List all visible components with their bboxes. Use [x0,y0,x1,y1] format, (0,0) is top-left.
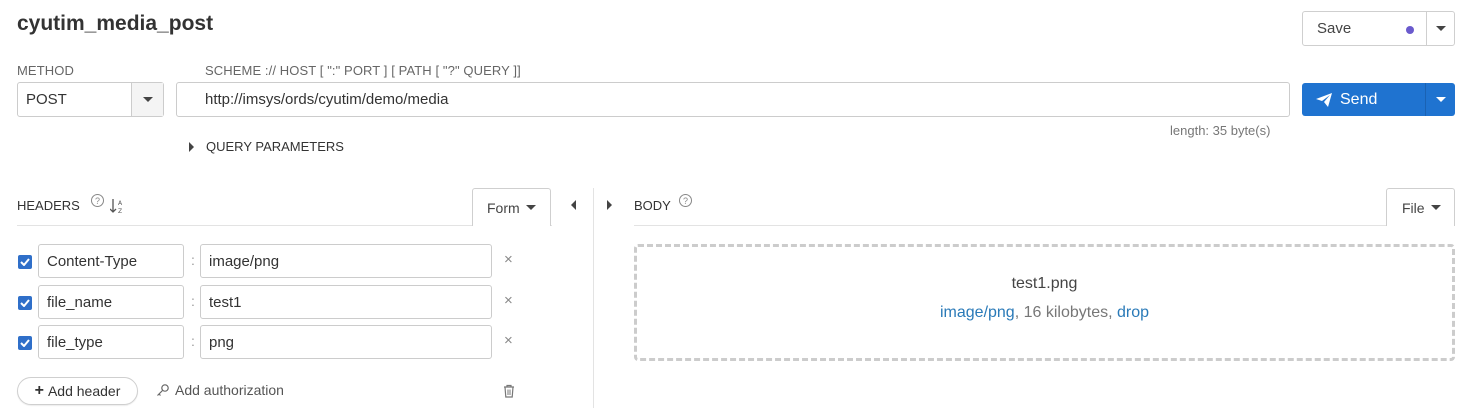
remove-header-icon[interactable]: × [504,251,513,268]
file-drop-zone[interactable]: test1.png image/png, 16 kilobytes, drop [634,244,1455,361]
header-name-input[interactable]: Content-Type [38,244,184,278]
file-info-separator: , [1108,304,1117,321]
body-section-header: BODY ? [634,188,1455,226]
send-label: Send [1340,90,1378,108]
unsaved-dot-icon [1406,26,1414,34]
method-label: METHOD [17,63,74,78]
chevron-down-icon [1430,205,1441,210]
send-button[interactable]: Send [1302,83,1425,116]
header-enabled-checkbox[interactable] [18,296,32,310]
save-button[interactable]: Save [1302,11,1427,46]
header-row: file_type : png × [17,325,552,359]
plus-icon: + [34,382,44,399]
drop-file-link[interactable]: drop [1117,304,1149,321]
key-value-separator: : [191,252,195,268]
header-value-input[interactable]: test1 [200,285,492,319]
panel-divider[interactable] [593,188,594,408]
headers-mode-dropdown[interactable]: Form [472,188,551,226]
file-info-separator: , [1014,304,1024,321]
key-icon [157,384,169,396]
save-dropdown-button[interactable] [1426,11,1455,46]
add-header-label: Add header [47,383,121,399]
help-icon[interactable]: ? [679,194,692,207]
add-authorization-link[interactable]: Add authorization [156,382,284,398]
svg-text:A: A [118,200,123,207]
method-dropdown-button[interactable] [131,83,163,116]
query-parameters-label: QUERY PARAMETERS [206,139,344,154]
method-value: POST [26,91,67,108]
add-header-button[interactable]: + Add header [17,377,138,405]
body-mode-dropdown[interactable]: File [1386,188,1455,226]
file-info: image/png, 16 kilobytes, drop [637,304,1452,322]
chevron-right-icon [189,141,194,152]
trash-icon[interactable] [503,384,515,398]
url-format-label: SCHEME :// HOST [ ":" PORT ] [ PATH [ "?… [205,63,521,78]
header-row: Content-Type : image/png × [17,244,552,278]
body-label: BODY [634,198,671,213]
file-type-link[interactable]: image/png [940,304,1015,321]
header-value-input[interactable]: image/png [200,244,492,278]
chevron-down-icon [1435,97,1446,102]
url-length: length: 35 byte(s) [1170,123,1271,138]
expand-right-icon[interactable] [607,200,612,210]
add-authorization-label: Add authorization [175,382,284,398]
header-name-input[interactable]: file_name [38,285,184,319]
file-size: 16 kilobytes [1023,304,1109,321]
help-icon[interactable]: ? [91,194,104,207]
chevron-down-icon [1435,26,1446,31]
headers-label: HEADERS [17,198,80,213]
query-parameters-toggle[interactable]: QUERY PARAMETERS [189,139,344,154]
url-value: http://imsys/ords/cyutim/demo/media [205,91,449,108]
header-enabled-checkbox[interactable] [18,336,32,350]
url-input[interactable]: http://imsys/ords/cyutim/demo/media [176,82,1290,117]
key-value-separator: : [191,293,195,309]
file-name: test1.png [1011,275,1078,292]
paper-plane-icon [1316,92,1332,107]
method-select[interactable]: POST [17,82,164,117]
chevron-down-icon [142,97,153,102]
chevron-down-icon [525,205,536,210]
header-row: file_name : test1 × [17,285,552,319]
headers-mode-label: Form [487,199,520,216]
header-value-input[interactable]: png [200,325,492,359]
key-value-separator: : [191,333,195,349]
sort-alpha-icon[interactable]: A Z [110,198,124,214]
collapse-left-icon[interactable] [571,200,576,210]
page-title: cyutim_media_post [17,12,214,35]
header-name-input[interactable]: file_type [38,325,184,359]
svg-text:Z: Z [118,208,122,214]
header-enabled-checkbox[interactable] [18,255,32,269]
remove-header-icon[interactable]: × [504,292,513,309]
body-mode-label: File [1402,199,1425,216]
send-dropdown-button[interactable] [1425,83,1455,116]
remove-header-icon[interactable]: × [504,332,513,349]
save-label: Save [1317,20,1352,37]
